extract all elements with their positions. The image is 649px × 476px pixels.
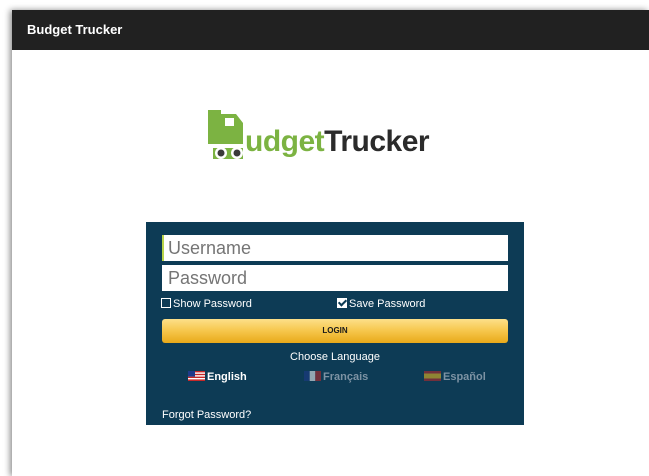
language-option-french[interactable]: Français bbox=[304, 370, 368, 384]
truck-logo-icon bbox=[208, 110, 243, 159]
checkbox-unchecked-icon[interactable] bbox=[161, 298, 171, 308]
login-panel: Show Password Save Password LOGIN Choose… bbox=[146, 222, 524, 425]
spain-flag-icon bbox=[424, 371, 441, 381]
app-window: Budget Trucker udgetTrucker Show Passwor… bbox=[12, 10, 649, 476]
france-flag-icon bbox=[304, 371, 321, 381]
password-input[interactable] bbox=[162, 265, 508, 291]
language-option-spanish[interactable]: Español bbox=[424, 370, 486, 384]
language-label-english: English bbox=[207, 371, 247, 383]
login-button[interactable]: LOGIN bbox=[162, 319, 508, 343]
app-bar-title: Budget Trucker bbox=[12, 10, 649, 50]
checkbox-checked-icon[interactable] bbox=[337, 298, 347, 308]
language-option-english[interactable]: English bbox=[188, 370, 247, 384]
show-password-label: Show Password bbox=[173, 298, 252, 310]
logo-wordmark: udgetTrucker bbox=[245, 125, 430, 159]
show-password-checkbox[interactable]: Show Password bbox=[161, 297, 252, 311]
forgot-password-link[interactable]: Forgot Password? bbox=[162, 409, 251, 421]
username-input[interactable] bbox=[162, 235, 508, 261]
choose-language-label: Choose Language bbox=[290, 351, 380, 363]
save-password-checkbox[interactable]: Save Password bbox=[337, 297, 425, 311]
budget-trucker-logo: udgetTrucker bbox=[208, 110, 468, 160]
save-password-label: Save Password bbox=[349, 298, 426, 310]
logo-word-budget: udget bbox=[245, 125, 325, 158]
language-label-spanish: Español bbox=[443, 371, 486, 383]
logo-word-trucker: Trucker bbox=[324, 125, 430, 158]
us-flag-icon bbox=[188, 371, 205, 381]
language-label-french: Français bbox=[323, 371, 369, 383]
